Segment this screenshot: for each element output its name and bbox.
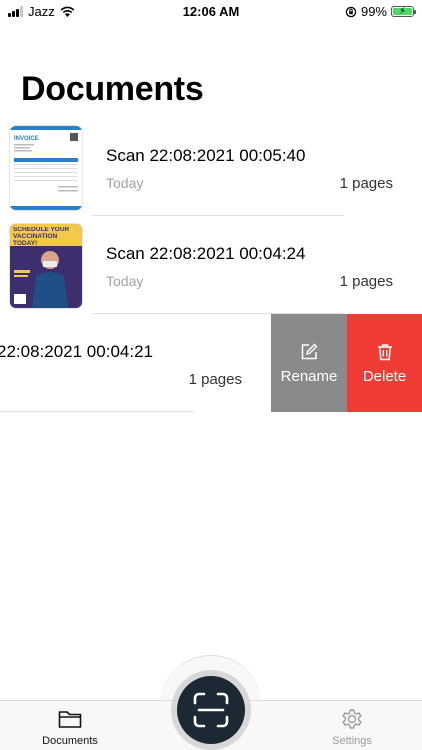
document-page-count: 1 pages (188, 371, 242, 388)
scan-icon (193, 692, 229, 728)
document-title: 22:08:2021 00:04:21 (0, 342, 153, 361)
battery-icon: ⚡ (391, 6, 416, 17)
status-bar: Jazz 12:06 AM 99% ⚡ (0, 0, 422, 24)
row-divider (0, 411, 194, 412)
rename-button[interactable]: Rename (271, 314, 347, 412)
document-row[interactable]: SCHEDULE YOUR VACCINATION TODAY! Scan 22… (0, 216, 422, 314)
tab-settings[interactable]: Settings (312, 706, 392, 747)
folder-icon (58, 711, 82, 728)
tab-documents-label: Documents (42, 735, 98, 747)
tab-documents[interactable]: Documents (30, 706, 110, 747)
scan-button[interactable] (171, 670, 251, 750)
scan-button-inner (177, 676, 245, 744)
battery-percent: 99% (360, 4, 387, 19)
thumbnail-caption: SCHEDULE YOUR VACCINATION TODAY! (13, 227, 70, 247)
delete-label: Delete (362, 367, 407, 385)
document-row[interactable]: INVOICE Scan 22:08:2021 00:05:40 Today 1… (0, 118, 422, 216)
document-date: Today (106, 175, 144, 191)
edit-icon (301, 343, 318, 359)
orientation-lock-icon (345, 6, 357, 17)
document-title: Scan 22:08:2021 00:04:24 (106, 244, 306, 263)
page-title: Documents (21, 70, 204, 108)
delete-button[interactable]: Delete (347, 314, 422, 412)
document-thumbnail: SCHEDULE YOUR VACCINATION TODAY! (10, 224, 82, 308)
document-page-count: 1 pages (339, 273, 393, 290)
rename-label: Rename (280, 367, 338, 385)
document-title: Scan 22:08:2021 00:05:40 (106, 146, 306, 165)
tab-settings-label: Settings (332, 735, 372, 747)
document-thumbnail: INVOICE (10, 126, 82, 210)
thumbnail-caption: INVOICE (14, 136, 39, 142)
document-page-count: 1 pages (339, 175, 393, 192)
gear-icon (342, 709, 362, 729)
document-date: Today (106, 273, 144, 289)
trash-icon (377, 343, 392, 360)
document-row-swiped[interactable]: 22:08:2021 00:04:21 1 pages Rename Delet… (0, 314, 422, 412)
swiped-row-content[interactable]: 22:08:2021 00:04:21 1 pages (0, 314, 270, 412)
status-right: 99% ⚡ (345, 4, 416, 19)
